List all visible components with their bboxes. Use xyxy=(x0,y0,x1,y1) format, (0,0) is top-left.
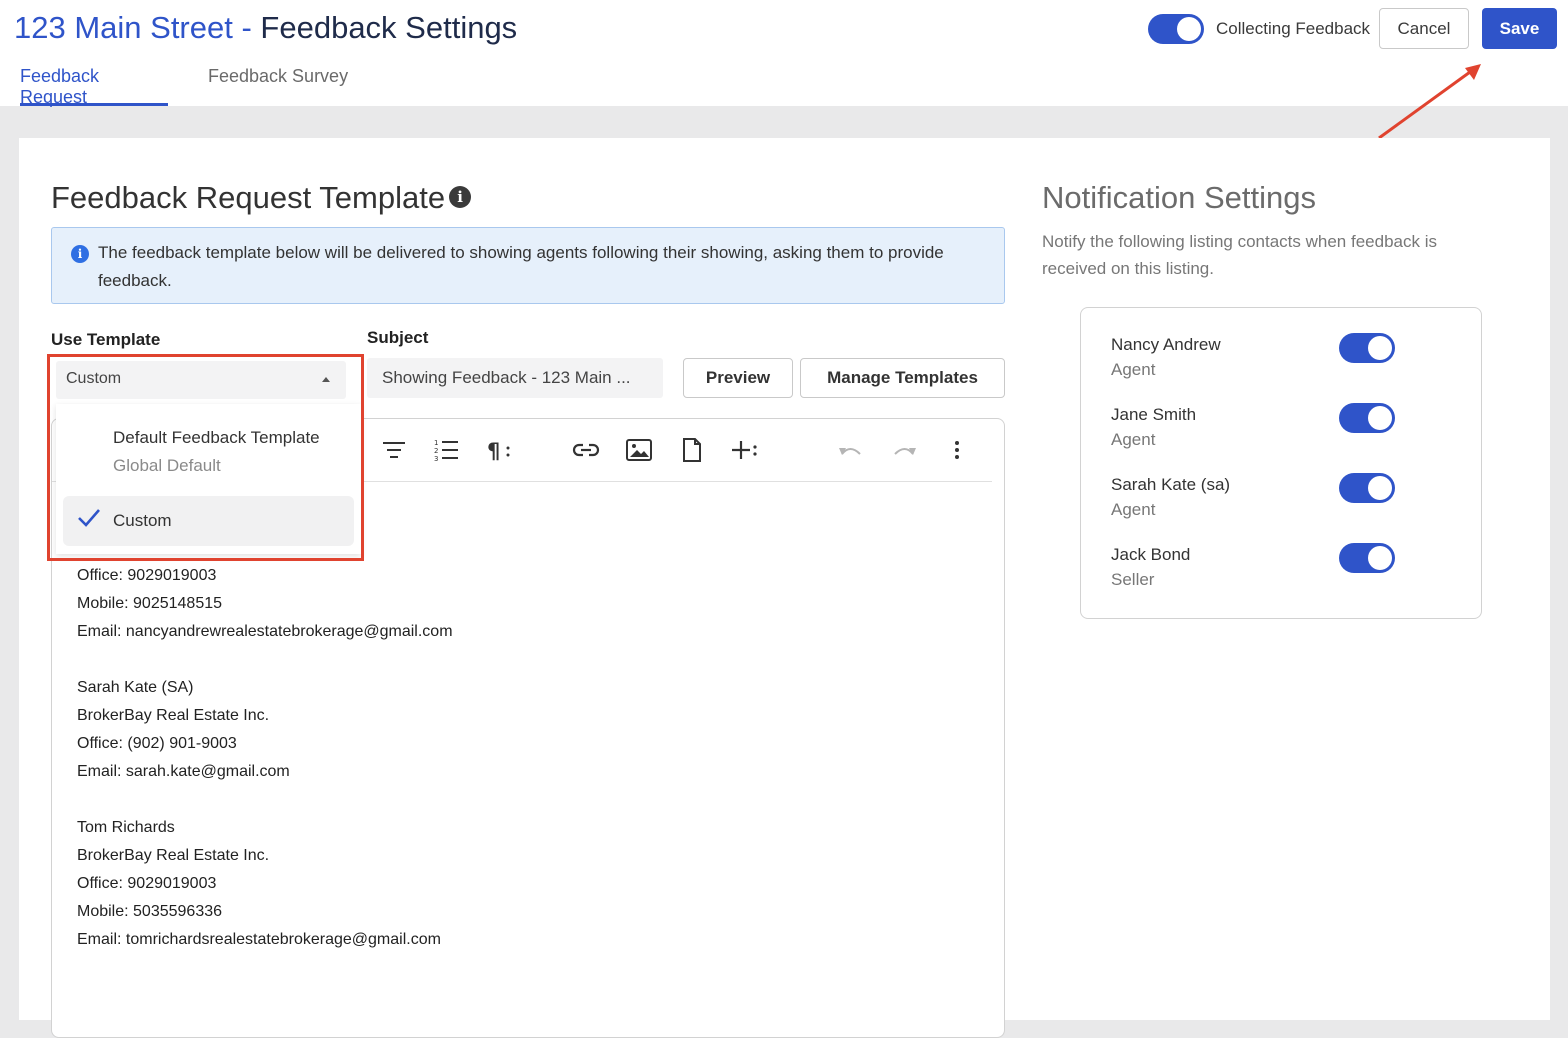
svg-text:¶: ¶ xyxy=(487,439,500,461)
contact-notify-toggle[interactable] xyxy=(1339,543,1395,573)
top-bar: 123 Main Street - Feedback Settings Feed… xyxy=(0,0,1568,107)
contact-role: Agent xyxy=(1111,430,1156,449)
contact-name: Sarah Kate (sa) xyxy=(1111,475,1231,494)
body-line: BrokerBay Real Estate Inc. xyxy=(77,847,270,865)
numbered-list-icon[interactable]: 123 xyxy=(432,437,460,463)
contact-notify-toggle[interactable] xyxy=(1339,473,1395,503)
listing-address-link[interactable]: 123 Main Street xyxy=(14,10,233,45)
annotation-highlight-box xyxy=(47,354,364,561)
annotation-arrow-icon xyxy=(1378,64,1481,140)
contacts-panel: Nancy Andrew Agent Jane Smith Agent Sara… xyxy=(1080,307,1482,619)
contact-name: Jack Bond xyxy=(1111,545,1191,564)
svg-text:2: 2 xyxy=(434,447,438,455)
contact-role: Agent xyxy=(1111,500,1156,519)
contact-block-1: Office: 9029019003 Mobile: 9025148515 Em… xyxy=(77,562,453,646)
svg-text:1: 1 xyxy=(434,439,438,447)
redo-icon[interactable] xyxy=(890,437,918,463)
contact-name: Nancy Andrew xyxy=(1111,335,1221,354)
body-line: Office: 9029019003 xyxy=(77,567,217,584)
align-icon[interactable] xyxy=(380,437,408,463)
contact-role: Seller xyxy=(1111,570,1155,589)
toggle-knob xyxy=(1177,17,1201,41)
file-icon[interactable] xyxy=(678,437,706,463)
banner-text: The feedback template below will be deli… xyxy=(98,243,944,290)
info-icon[interactable]: i xyxy=(449,186,472,208)
contact-block-3: Tom Richards BrokerBay Real Estate Inc. … xyxy=(77,814,441,954)
notification-heading: Notification Settings xyxy=(1042,180,1316,215)
paragraph-icon[interactable]: ¶ xyxy=(485,437,513,463)
contact-notify-toggle[interactable] xyxy=(1339,403,1395,433)
page-name: Feedback Settings xyxy=(260,10,518,45)
notification-description: Notify the following listing contacts wh… xyxy=(1042,232,1437,278)
more-icon[interactable] xyxy=(943,437,971,463)
body-line: Mobile: 9025148515 xyxy=(77,595,223,613)
contact-item: Jane Smith Agent xyxy=(1111,405,1196,450)
info-banner: i The feedback template below will be de… xyxy=(51,227,1005,304)
page-title: 123 Main Street - Feedback Settings xyxy=(14,10,517,46)
template-heading-text: Feedback Request Template xyxy=(51,180,446,215)
body-line: Mobile: 5035596336 xyxy=(77,903,223,921)
body-line: Office: 9029019003 xyxy=(77,875,217,893)
subject-value: Showing Feedback - 123 Main ... xyxy=(382,368,631,387)
body-line: Email: nancyandrewrealestatebrokerage@gm… xyxy=(77,623,453,641)
use-template-label: Use Template xyxy=(51,330,161,349)
contact-block-2: Sarah Kate (SA) BrokerBay Real Estate In… xyxy=(77,674,290,786)
template-heading: Feedback Request Template i xyxy=(51,180,472,216)
insert-icon[interactable] xyxy=(731,437,759,463)
collecting-feedback-label: Collecting Feedback xyxy=(1216,19,1371,38)
body-line: Office: (902) 901-9003 xyxy=(77,735,237,753)
link-icon[interactable] xyxy=(572,437,600,463)
subject-label: Subject xyxy=(367,328,429,347)
save-button[interactable]: Save xyxy=(1482,8,1557,49)
body-line: Email: sarah.kate@gmail.com xyxy=(77,763,290,781)
contact-item: Jack Bond Seller xyxy=(1111,545,1190,590)
contact-name: Jane Smith xyxy=(1111,405,1197,424)
subject-field[interactable]: Showing Feedback - 123 Main ... xyxy=(367,358,663,398)
toggle-knob xyxy=(1368,476,1392,500)
cancel-button[interactable]: Cancel xyxy=(1379,8,1469,49)
toggle-knob xyxy=(1368,546,1392,570)
preview-button[interactable]: Preview xyxy=(683,358,793,398)
tab-feedback-survey[interactable]: Feedback Survey xyxy=(208,66,348,106)
svg-text:3: 3 xyxy=(434,455,438,461)
contact-role: Agent xyxy=(1111,360,1156,379)
body-line: Tom Richards xyxy=(77,819,175,836)
contact-item: Nancy Andrew Agent xyxy=(1111,335,1221,380)
image-icon[interactable] xyxy=(625,437,653,463)
contact-item: Sarah Kate (sa) Agent xyxy=(1111,475,1230,520)
toggle-knob xyxy=(1368,336,1392,360)
banner-info-icon: i xyxy=(71,245,89,263)
manage-templates-button[interactable]: Manage Templates xyxy=(800,358,1005,398)
contact-notify-toggle[interactable] xyxy=(1339,333,1395,363)
undo-icon[interactable] xyxy=(837,437,865,463)
title-separator: - xyxy=(232,10,261,45)
body-line: BrokerBay Real Estate Inc. xyxy=(77,707,270,725)
body-line: Email: tomrichardsrealestatebrokerage@gm… xyxy=(77,931,441,949)
tab-feedback-request[interactable]: Feedback Request xyxy=(20,66,168,107)
collecting-feedback-toggle[interactable] xyxy=(1148,14,1204,44)
toggle-knob xyxy=(1368,406,1392,430)
body-line: Sarah Kate (SA) xyxy=(77,679,194,696)
